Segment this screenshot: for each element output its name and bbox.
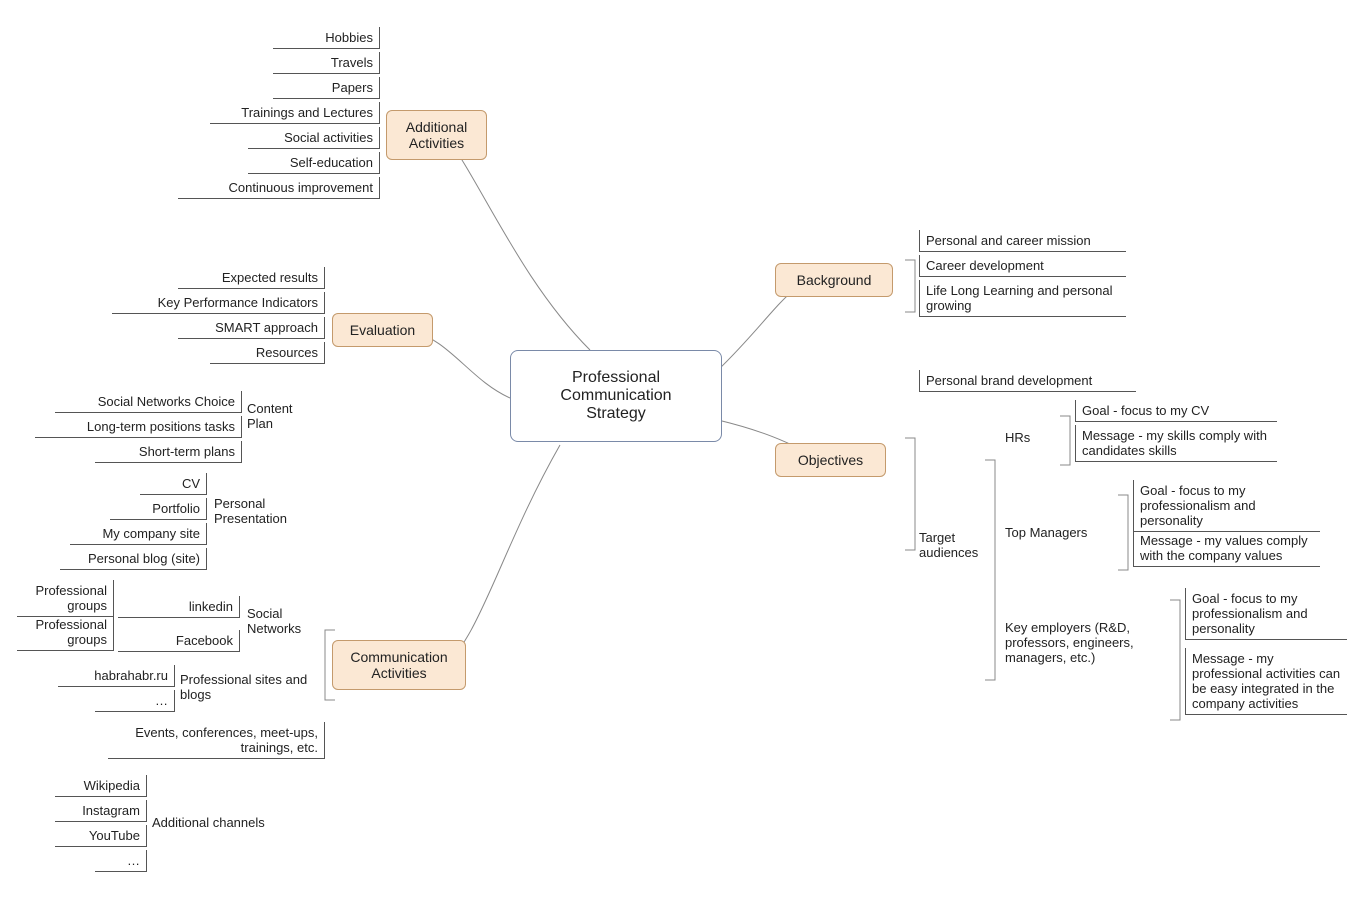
root-node[interactable]: Professional Communication Strategy [510,350,722,442]
leaf-facebook-group[interactable]: Professional groups [17,614,114,651]
leaf-career-dev[interactable]: Career development [919,255,1126,277]
branch-communication-activities[interactable]: Communication Activities [332,640,466,690]
leaf-smart[interactable]: SMART approach [178,317,325,339]
leaf-key-msg[interactable]: Message - my professional activities can… [1185,648,1347,715]
branch-label: Communication Activities [350,649,447,681]
leaf-shortterm[interactable]: Short-term plans [95,441,242,463]
leaf-linkedin[interactable]: linkedin [118,596,240,618]
leaf-dots1[interactable]: … [95,690,175,712]
root-label: Professional Communication Strategy [560,369,671,422]
sub-key[interactable]: Key employers (R&D, professors, engineer… [1005,620,1160,665]
leaf-selfedu[interactable]: Self-education [248,152,380,174]
leaf-blog[interactable]: Personal blog (site) [60,548,207,570]
mindmap-canvas: { "root": "Professional Communication St… [0,0,1367,901]
branch-label: Evaluation [350,322,415,338]
branch-additional-activities[interactable]: Additional Activities [386,110,487,160]
branch-objectives[interactable]: Objectives [775,443,886,477]
sub-top[interactable]: Top Managers [1005,525,1087,540]
branch-label: Additional Activities [406,119,468,151]
branch-evaluation[interactable]: Evaluation [332,313,433,347]
branch-background[interactable]: Background [775,263,893,297]
leaf-hrs-msg[interactable]: Message - my skills comply with candidat… [1075,425,1277,462]
leaf-dots2[interactable]: … [95,850,147,872]
leaf-habr[interactable]: habrahabr.ru [58,665,175,687]
leaf-social[interactable]: Social activities [248,127,380,149]
leaf-continuous[interactable]: Continuous improvement [178,177,380,199]
leaf-social-choice[interactable]: Social Networks Choice [55,391,242,413]
sub-social-networks[interactable]: Social Networks [247,606,317,636]
sub-content-plan[interactable]: Content Plan [247,401,317,431]
leaf-brand[interactable]: Personal brand development [919,370,1136,392]
sub-extra-channels[interactable]: Additional channels [152,815,287,830]
sub-hrs[interactable]: HRs [1005,430,1030,445]
leaf-wikipedia[interactable]: Wikipedia [55,775,147,797]
leaf-hrs-goal[interactable]: Goal - focus to my CV [1075,400,1277,422]
sub-target-audiences[interactable]: Target audiences [919,530,999,560]
leaf-travels[interactable]: Travels [273,52,380,74]
leaf-mission[interactable]: Personal and career mission [919,230,1126,252]
leaf-kpi[interactable]: Key Performance Indicators [112,292,325,314]
leaf-hobbies[interactable]: Hobbies [273,27,380,49]
leaf-top-goal[interactable]: Goal - focus to my professionalism and p… [1133,480,1320,532]
leaf-linkedin-group[interactable]: Professional groups [17,580,114,617]
leaf-lifelong[interactable]: Life Long Learning and personal growing [919,280,1126,317]
leaf-resources[interactable]: Resources [210,342,325,364]
leaf-trainings[interactable]: Trainings and Lectures [210,102,380,124]
sub-personal-presentation[interactable]: Personal Presentation [214,496,309,526]
branch-label: Objectives [798,452,863,468]
leaf-cv[interactable]: CV [140,473,207,495]
leaf-companysite[interactable]: My company site [70,523,207,545]
leaf-youtube[interactable]: YouTube [55,825,147,847]
leaf-key-goal[interactable]: Goal - focus to my professionalism and p… [1185,588,1347,640]
leaf-instagram[interactable]: Instagram [55,800,147,822]
leaf-expected[interactable]: Expected results [178,267,325,289]
leaf-events[interactable]: Events, conferences, meet-ups, trainings… [108,722,325,759]
leaf-facebook[interactable]: Facebook [118,630,240,652]
leaf-papers[interactable]: Papers [273,77,380,99]
branch-label: Background [797,272,872,288]
sub-prof-sites[interactable]: Professional sites and blogs [180,672,310,702]
leaf-longterm[interactable]: Long-term positions tasks [35,416,242,438]
leaf-top-msg[interactable]: Message - my values comply with the comp… [1133,530,1320,567]
leaf-portfolio[interactable]: Portfolio [110,498,207,520]
